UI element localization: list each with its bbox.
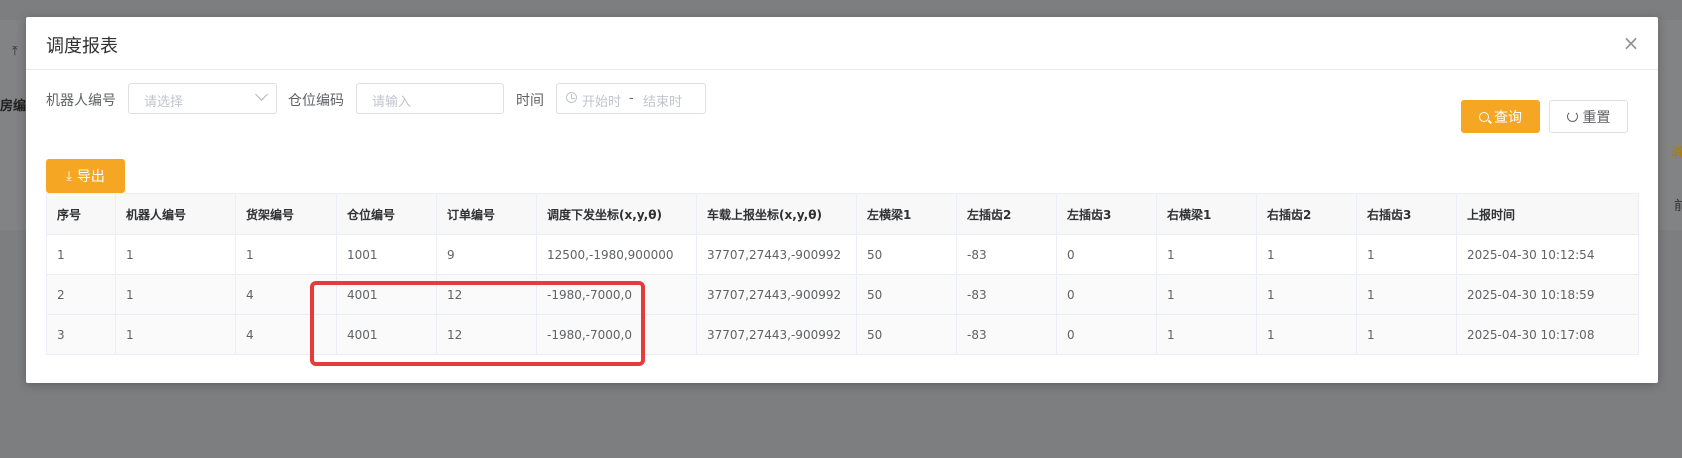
query-button[interactable]: 查询 [1461, 100, 1540, 133]
table-cell: 1 [115, 314, 236, 355]
column-header[interactable]: 仓位编号 [336, 193, 437, 235]
table-cell: 50 [856, 314, 957, 355]
reset-button-label: 重置 [1582, 109, 1611, 126]
table-cell: 0 [1056, 274, 1157, 315]
chevron-down-icon [255, 88, 268, 101]
export-button[interactable]: ⤓ 导出 [46, 159, 125, 193]
close-icon[interactable]: × [1622, 33, 1640, 53]
table-cell: 2025-04-30 10:17:08 [1456, 314, 1639, 355]
table-cell: 3 [46, 314, 116, 355]
table-cell: -83 [956, 274, 1057, 315]
table-cell: 1 [115, 274, 236, 315]
table-cell: 2025-04-30 10:12:54 [1456, 234, 1639, 275]
table-cell: 50 [856, 274, 957, 315]
table-cell: 4 [235, 274, 337, 315]
location-code-placeholder: 请输入 [372, 95, 412, 110]
table-cell: -83 [956, 234, 1057, 275]
table-cell: 1 [1356, 314, 1457, 355]
export-button-label: 导出 [76, 169, 105, 185]
robot-number-label: 机器人编号 [46, 93, 116, 109]
table-cell: 37707,27443,-900992 [696, 274, 857, 315]
table-cell: 0 [1056, 314, 1157, 355]
search-icon [1479, 111, 1489, 122]
table-cell: 37707,27443,-900992 [696, 234, 857, 275]
background-fragment-right: 消 [1670, 146, 1682, 161]
table-cell: 1 [1156, 234, 1257, 275]
table-cell: 1 [235, 234, 337, 275]
dialog-header: 调度报表 × [26, 17, 1658, 70]
table-cell: 1 [1156, 314, 1257, 355]
table-header-row: 序号 机器人编号 货架编号 仓位编号 订单编号 调度下发坐标(x,y,θ) 车载… [46, 193, 1639, 235]
query-button-label: 查询 [1494, 109, 1522, 126]
clock-icon [566, 92, 577, 103]
column-header[interactable]: 左横梁1 [856, 193, 957, 235]
table-cell: 1 [115, 234, 236, 275]
table-cell: 1 [1356, 274, 1457, 315]
table-cell: 1 [1256, 314, 1357, 355]
time-label: 时间 [516, 93, 544, 109]
column-header[interactable]: 车载上报坐标(x,y,θ) [696, 193, 857, 235]
table-cell: 1 [46, 234, 116, 275]
table-cell: 1 [1356, 234, 1457, 275]
table-cell: 9 [436, 234, 537, 275]
dispatch-report-table: 序号 机器人编号 货架编号 仓位编号 订单编号 调度下发坐标(x,y,θ) 车载… [46, 193, 1639, 355]
table-cell: 1001 [336, 234, 437, 275]
column-header[interactable]: 序号 [46, 193, 116, 235]
location-code-input[interactable]: 请输入 [356, 83, 504, 114]
table-cell: -1980,-7000,0 [536, 274, 697, 315]
background-upload-icon: ⤒ [12, 44, 18, 59]
table-cell: 2 [46, 274, 116, 315]
table-cell: 12 [436, 314, 537, 355]
column-header[interactable]: 货架编号 [235, 193, 337, 235]
table-cell: 0 [1056, 234, 1157, 275]
column-header[interactable]: 右插齿2 [1256, 193, 1357, 235]
column-header[interactable]: 左插齿2 [956, 193, 1057, 235]
table-cell: 4001 [336, 274, 437, 315]
table-row[interactable]: 3 1 4 4001 12 -1980,-7000,0 37707,27443,… [46, 314, 1639, 355]
start-time-placeholder: 开始时 [582, 95, 622, 110]
dialog-title: 调度报表 [46, 36, 118, 57]
table-cell: 2025-04-30 10:18:59 [1456, 274, 1639, 315]
table-cell: -83 [956, 314, 1057, 355]
table-cell: -1980,-7000,0 [536, 314, 697, 355]
table-cell: 37707,27443,-900992 [696, 314, 857, 355]
download-icon: ⤓ [66, 168, 72, 184]
table-cell: 4 [235, 314, 337, 355]
table-row[interactable]: 2 1 4 4001 12 -1980,-7000,0 37707,27443,… [46, 274, 1639, 315]
column-header[interactable]: 左插齿3 [1056, 193, 1157, 235]
table-cell: 12500,-1980,900000 [536, 234, 697, 275]
column-header[interactable]: 右横梁1 [1156, 193, 1257, 235]
table-row[interactable]: 1 1 1 1001 9 12500,-1980,900000 37707,27… [46, 234, 1639, 275]
table-cell: 50 [856, 234, 957, 275]
table-cell: 1 [1256, 274, 1357, 315]
robot-number-select[interactable]: 请选择 [128, 83, 277, 114]
column-header[interactable]: 上报时间 [1456, 193, 1639, 235]
refresh-icon [1566, 111, 1578, 122]
column-header[interactable]: 订单编号 [436, 193, 537, 235]
column-header[interactable]: 右插齿3 [1356, 193, 1457, 235]
table-cell: 4001 [336, 314, 437, 355]
table-cell: 12 [436, 274, 537, 315]
reset-button[interactable]: 重置 [1549, 100, 1628, 133]
column-header[interactable]: 调度下发坐标(x,y,θ) [536, 193, 697, 235]
table-cell: 1 [1256, 234, 1357, 275]
background-fragment-left: 房编 [0, 99, 27, 114]
column-header[interactable]: 机器人编号 [115, 193, 236, 235]
end-time-placeholder: 结束时 [643, 95, 683, 110]
time-range-picker[interactable]: 开始时 - 结束时 [556, 83, 706, 114]
background-fragment-right-small: 前 [1674, 199, 1682, 214]
range-separator: - [629, 91, 634, 106]
table-cell: 1 [1156, 274, 1257, 315]
robot-number-placeholder: 请选择 [144, 95, 184, 110]
location-code-label: 仓位编码 [288, 93, 344, 109]
